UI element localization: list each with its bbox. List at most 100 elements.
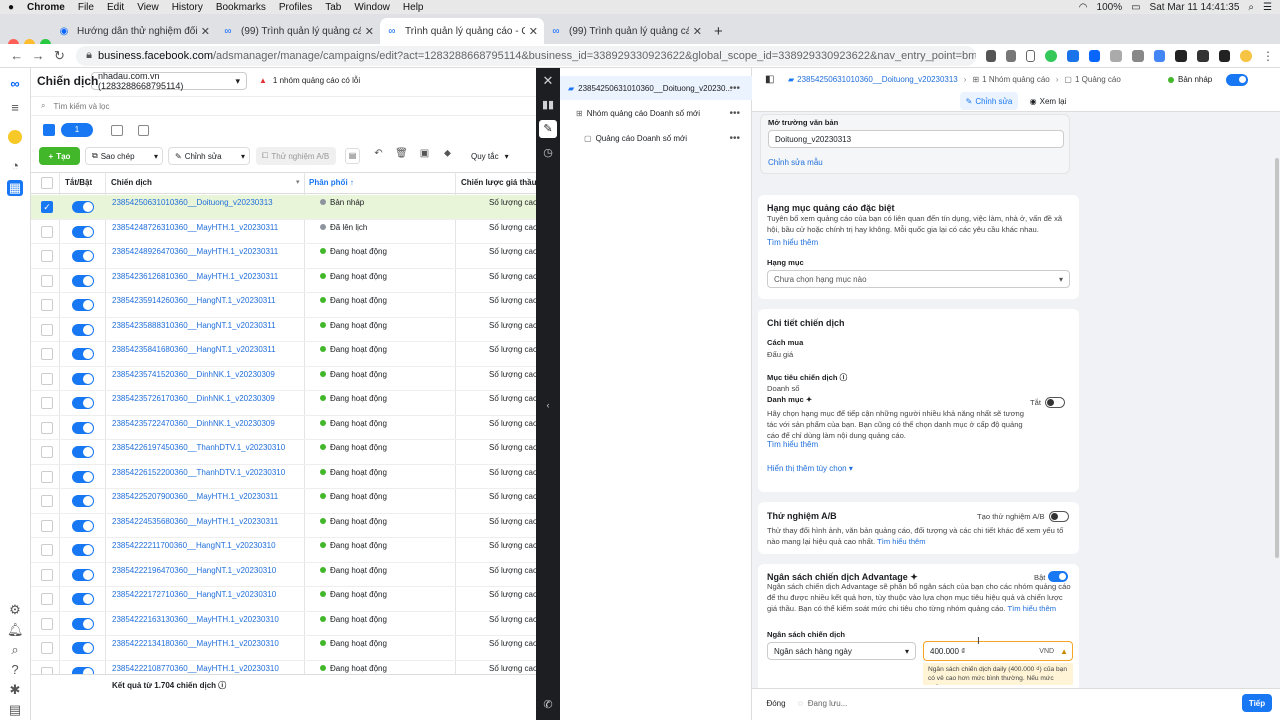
next-button[interactable]: Tiếp — [1242, 694, 1272, 712]
campaign-toggle[interactable] — [72, 544, 94, 556]
table-row[interactable]: 23854225207900360__MayHTH.1_v20230311 Đan… — [31, 489, 536, 514]
profile-avatar[interactable] — [1240, 49, 1252, 62]
history-icon[interactable]: ◷ — [539, 144, 557, 162]
tree-item-adset[interactable]: ⊞ Nhóm quảng cáo Doanh số mới ••• — [560, 101, 752, 125]
tab-close-icon[interactable]: ✕ — [365, 25, 374, 38]
campaign-toggle[interactable] — [72, 372, 94, 385]
row-checkbox[interactable] — [41, 323, 53, 336]
url-input[interactable]: 🔒︎ business.facebook.com/adsmanager/mana… — [76, 45, 977, 66]
column-header-delivery[interactable]: Phân phối ↑ — [309, 178, 354, 187]
row-checkbox[interactable] — [41, 299, 53, 311]
reload-icon[interactable]: ↻ — [49, 48, 70, 64]
table-row[interactable]: 23854235741520360__DinhNK.1_v20230309 Đan… — [31, 367, 536, 391]
ads-manager-icon[interactable]: ▦ — [7, 180, 23, 196]
campaign-toggle[interactable] — [72, 617, 94, 630]
campaign-name-link[interactable]: 23854235741520360__DinhNK.1_v20230309 — [112, 370, 275, 379]
table-row[interactable]: 23854248726310360__MayHTH.1_v20230311 Đã … — [31, 220, 536, 244]
campaign-name-link[interactable]: 23854222163130360__MayHTH.1_v20230310 — [112, 615, 279, 624]
settings-icon[interactable]: ⚙ — [7, 602, 23, 618]
column-header-name[interactable]: Chiến dịch — [111, 178, 152, 187]
table-row[interactable]: 23854235888310360__HangNT.1_v20230311 Đan… — [31, 318, 536, 342]
table-row[interactable]: 23854235914260360__HangNT.1_v20230311 Đan… — [31, 293, 536, 318]
wifi-icon[interactable]: ◠ — [1079, 2, 1088, 13]
archive-icon[interactable]: ▤ — [345, 148, 360, 164]
notifications-icon[interactable]: 🔔︎ — [7, 622, 24, 638]
column-header-bid[interactable]: Chiến lược giá thầu — [461, 178, 536, 187]
rules-button[interactable]: Quy tắc ▾ — [465, 147, 513, 165]
table-row[interactable]: 23854222211700360__HangNT.1_v20230310 Đan… — [31, 538, 536, 563]
campaign-toggle[interactable] — [72, 470, 94, 483]
browser-tab-2[interactable]: ∞ (99) Trình quản lý quảng cáo - ✕ — [216, 18, 380, 44]
breadcrumb-ads[interactable]: 1 Quảng cáo — [1075, 75, 1121, 84]
dashboard-icon[interactable]: ◔ — [7, 158, 23, 174]
forward-icon[interactable]: → — [27, 48, 48, 63]
close-button[interactable]: Đóng — [760, 694, 792, 712]
extension-green-icon[interactable] — [1045, 49, 1058, 62]
edit-template-link[interactable]: Chỉnh sửa mẫu — [768, 158, 823, 167]
campaign-name-link[interactable]: 23854235841680360__HangNT.1_v20230311 — [112, 345, 276, 354]
table-row[interactable]: 23854226152200360__ThanhDTV.1_v20230310 Đ… — [31, 465, 536, 489]
chart-icon[interactable]: ▮▮ — [539, 96, 557, 114]
more-options-link[interactable]: Hiển thị thêm tùy chọn ▾ — [767, 464, 853, 473]
tree-item-ad[interactable]: ▢ Quảng cáo Doanh số mới ••• — [560, 126, 752, 150]
apple-icon[interactable]: ● — [8, 2, 14, 13]
row-checkbox[interactable] — [41, 446, 53, 458]
row-checkbox[interactable] — [41, 397, 53, 409]
budget-type-select[interactable]: Ngân sách hàng ngày ▾ — [767, 642, 916, 660]
more-options-icon[interactable]: ••• — [729, 83, 740, 94]
adsets-view-icon[interactable] — [111, 125, 123, 136]
edit-button[interactable]: ✎ Chỉnh sửa ▾ — [168, 147, 250, 165]
tab-close-icon[interactable]: ✕ — [529, 25, 538, 38]
table-row[interactable]: 23854222172710360__HangNT.1_v20230310 Đan… — [31, 587, 536, 612]
create-button[interactable]: + Tạo — [39, 147, 80, 165]
back-icon[interactable]: ← — [6, 48, 27, 63]
row-checkbox[interactable] — [41, 225, 53, 238]
row-checkbox[interactable] — [41, 519, 53, 532]
search-icon[interactable]: ⌕ — [7, 642, 23, 658]
table-row[interactable]: ✓ 23854250631010360__Doituong_v20230313 Bả… — [31, 195, 536, 220]
campaign-name-link[interactable]: 23854222196470360__HangNT.1_v20230310 — [112, 566, 276, 575]
extension-blue-icon[interactable] — [1067, 49, 1079, 62]
campaign-name-link[interactable]: 23854224535680360__MayHTH.1_v20230311 — [112, 517, 278, 526]
zoom-icon[interactable] — [986, 49, 996, 62]
bug-report-icon[interactable]: ✱ — [7, 682, 23, 698]
edit-tab[interactable]: ✎ Chỉnh sửa — [960, 92, 1018, 110]
campaign-view-icon[interactable] — [43, 124, 55, 136]
campaign-toggle[interactable] — [72, 446, 94, 458]
campaign-toggle[interactable] — [72, 201, 94, 213]
breadcrumb-adsets[interactable]: 1 Nhóm quảng cáo — [982, 75, 1050, 84]
campaign-name-link[interactable]: 23854235722470360__DinhNK.1_v20230309 — [112, 419, 275, 428]
bookmark-star-icon[interactable] — [1025, 49, 1036, 62]
new-tab-button[interactable]: + — [708, 18, 738, 44]
review-tab[interactable]: ◉ Xem lại — [1026, 92, 1070, 110]
copy-button[interactable]: ⧉ Sao chép ▾ — [85, 147, 163, 165]
more-options-icon[interactable]: ••• — [729, 108, 740, 119]
table-row[interactable]: 23854235841680360__HangNT.1_v20230311 Đan… — [31, 342, 536, 367]
table-row[interactable]: 23854222196470360__HangNT.1_v20230310 Đan… — [31, 563, 536, 587]
column-sort-icon[interactable]: ▾ — [296, 178, 300, 186]
browser-tab-4[interactable]: ∞ (99) Trình quản lý quảng cáo - ✕ — [544, 18, 708, 44]
campaign-toggle[interactable] — [72, 495, 94, 507]
campaign-name-link[interactable]: 23854222134180360__MayHTH.1_v20230310 — [112, 639, 279, 648]
table-row[interactable]: 23854235722470360__DinhNK.1_v20230309 Đan… — [31, 416, 536, 440]
select-all-checkbox[interactable] — [41, 177, 53, 189]
phone-icon[interactable]: ✆ — [539, 696, 557, 714]
extension-icon[interactable] — [1132, 49, 1144, 62]
row-checkbox[interactable] — [41, 617, 53, 630]
campaign-toggle[interactable] — [72, 250, 94, 262]
menu-window[interactable]: Window — [354, 2, 390, 13]
ab-test-button[interactable]: ⧠ Thử nghiệm A/B — [256, 147, 336, 165]
row-checkbox[interactable] — [41, 568, 53, 581]
menu-history[interactable]: History — [172, 2, 203, 13]
campaign-name-link[interactable]: 23854222211700360__HangNT.1_v20230310 — [112, 541, 276, 550]
campaign-name-link[interactable]: 23854222108770360__MayHTH.1_v20230310 — [112, 664, 279, 673]
translate-icon[interactable] — [1153, 49, 1166, 62]
tree-item-campaign[interactable]: ▰ 23854250631010360__Doituong_v20230... … — [560, 76, 752, 100]
campaign-name-link[interactable]: 23854236126810360__MayHTH.1_v20230311 — [112, 272, 278, 281]
clock[interactable]: Sat Mar 11 14:41:35 — [1150, 2, 1240, 13]
campaign-toggle[interactable] — [72, 299, 94, 311]
delete-icon[interactable]: 🗑︎ — [394, 148, 409, 164]
campaign-name-link[interactable]: 23854248926470360__MayHTH.1_v20230311 — [112, 247, 278, 256]
account-avatar[interactable] — [8, 130, 22, 144]
search-bar[interactable]: ⌕ Tìm kiếm và lọc — [31, 96, 536, 116]
